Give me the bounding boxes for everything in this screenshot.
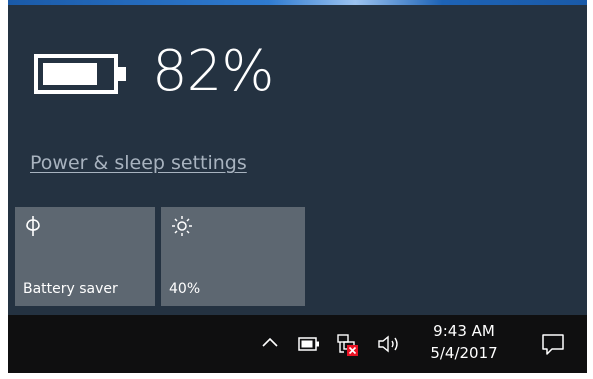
battery-saver-tile[interactable]: Battery saver xyxy=(15,207,155,306)
battery-flyout: 82% Power & sleep settings Battery saver… xyxy=(8,0,587,315)
clock-time: 9:43 AM xyxy=(433,322,495,340)
network-disconnected-icon[interactable] xyxy=(334,333,360,357)
battery-saver-icon xyxy=(26,216,40,236)
volume-icon[interactable] xyxy=(376,332,404,356)
clock-date: 5/4/2017 xyxy=(430,344,498,362)
battery-icon[interactable] xyxy=(298,337,320,351)
taskbar-clock[interactable]: 9:43 AM 5/4/2017 xyxy=(423,320,505,364)
power-sleep-settings-link[interactable]: Power & sleep settings xyxy=(30,150,247,176)
action-center-icon[interactable] xyxy=(540,331,566,357)
show-hidden-icons-chevron-icon[interactable] xyxy=(261,335,279,349)
brightness-tile[interactable]: 40% xyxy=(161,207,305,306)
accent-bar xyxy=(8,0,587,5)
brightness-label: 40% xyxy=(169,281,201,297)
battery-large-icon xyxy=(34,54,126,94)
taskbar: 9:43 AM 5/4/2017 xyxy=(8,315,587,373)
battery-percentage: 82% xyxy=(152,39,274,104)
brightness-icon xyxy=(172,216,192,236)
battery-saver-label: Battery saver xyxy=(23,281,118,297)
